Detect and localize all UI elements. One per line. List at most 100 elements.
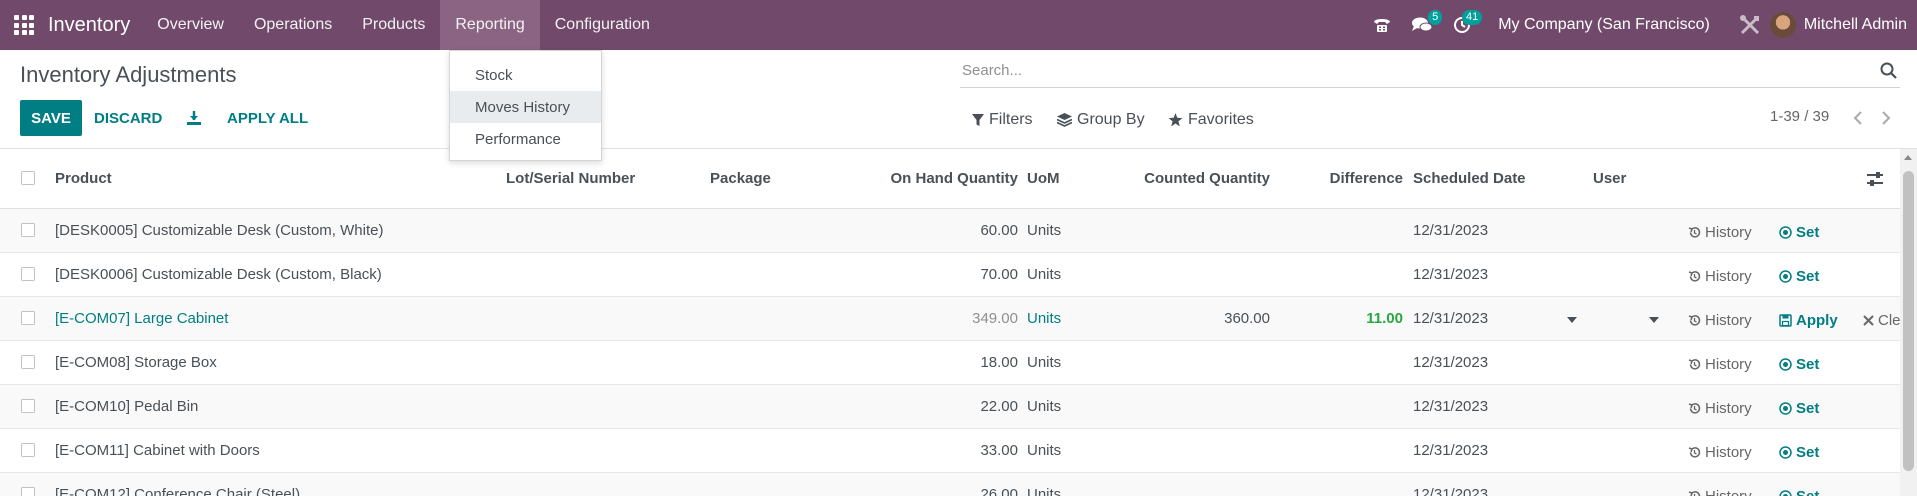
cell-scheduled-date[interactable]: 12/31/2023: [1413, 486, 1488, 496]
apply-button[interactable]: Apply: [1779, 312, 1838, 329]
scroll-up-arrow[interactable]: [1904, 155, 1912, 160]
layers-icon: [1057, 113, 1072, 127]
dropdown-item-performance[interactable]: Performance: [450, 123, 601, 155]
row-checkbox[interactable]: [21, 223, 35, 237]
cell-uom: Units: [1027, 486, 1062, 496]
table-row[interactable]: [E-COM12] Conference Chair (Steel) 26.00 U…: [0, 473, 1900, 496]
cell-scheduled-date[interactable]: 12/31/2023: [1413, 398, 1488, 415]
close-icon: [1863, 315, 1874, 326]
set-button[interactable]: Set: [1779, 400, 1819, 417]
search-input[interactable]: [962, 62, 1842, 79]
col-lot-serial[interactable]: Lot/Serial Number: [506, 170, 635, 187]
row-checkbox[interactable]: [21, 399, 35, 413]
date-dropdown-caret[interactable]: [1567, 317, 1577, 323]
history-button[interactable]: History: [1688, 400, 1752, 417]
set-button[interactable]: Set: [1779, 356, 1819, 373]
history-button[interactable]: History: [1688, 488, 1752, 496]
table-scrollbar[interactable]: [1900, 149, 1917, 496]
menu-operations[interactable]: Operations: [239, 0, 347, 50]
target-icon: [1779, 490, 1792, 496]
col-package[interactable]: Package: [710, 170, 771, 187]
star-icon: [1168, 113, 1183, 127]
table-row[interactable]: [E-COM10] Pedal Bin 22.00 Units 12/31/2023 H…: [0, 385, 1900, 429]
menu-configuration[interactable]: Configuration: [540, 0, 665, 50]
history-button[interactable]: History: [1688, 444, 1752, 461]
target-icon: [1779, 402, 1792, 415]
favorites-button[interactable]: Favorites: [1168, 108, 1254, 132]
pager-previous-button[interactable]: [1848, 106, 1868, 130]
table-row[interactable]: [DESK0005] Customizable Desk (Custom, Wh…: [0, 209, 1900, 253]
top-navbar: Inventory Overview Operations Products R…: [0, 0, 1917, 50]
pager-value[interactable]: 1-39 / 39: [1770, 108, 1829, 125]
tools-icon[interactable]: [1730, 0, 1770, 50]
select-all-checkbox[interactable]: [21, 171, 35, 185]
history-button[interactable]: History: [1688, 268, 1752, 285]
cell-scheduled-date[interactable]: 12/31/2023: [1413, 310, 1488, 327]
group-by-button[interactable]: Group By: [1057, 108, 1145, 132]
import-button[interactable]: [186, 100, 202, 136]
menu-products[interactable]: Products: [347, 0, 440, 50]
app-brand[interactable]: Inventory: [48, 14, 130, 37]
cell-product[interactable]: [E-COM07] Large Cabinet: [55, 310, 228, 327]
menu-reporting[interactable]: Reporting: [440, 0, 540, 50]
cell-on-hand: 26.00: [980, 486, 1018, 496]
phone-icon[interactable]: [1362, 0, 1402, 50]
table-row[interactable]: [E-COM07] Large Cabinet 349.00 Units 360.00…: [0, 297, 1901, 341]
row-checkbox[interactable]: [21, 487, 35, 496]
col-user[interactable]: User: [1593, 170, 1626, 187]
search-icon[interactable]: [1880, 62, 1898, 80]
dropdown-item-moves-history[interactable]: Moves History: [450, 91, 601, 123]
set-button[interactable]: Set: [1779, 268, 1819, 285]
row-checkbox[interactable]: [21, 267, 35, 281]
chevron-right-icon: [1882, 111, 1891, 125]
save-button[interactable]: SAVE: [20, 100, 82, 136]
user-menu[interactable]: Mitchell Admin: [1769, 12, 1917, 38]
cell-product[interactable]: [E-COM11] Cabinet with Doors: [55, 442, 260, 459]
col-counted[interactable]: Counted Quantity: [1100, 170, 1270, 187]
cell-scheduled-date[interactable]: 12/31/2023: [1413, 266, 1488, 283]
cell-scheduled-date[interactable]: 12/31/2023: [1413, 354, 1488, 371]
cell-product[interactable]: [E-COM08] Storage Box: [55, 354, 217, 371]
history-button[interactable]: History: [1688, 312, 1752, 329]
pager-next-button[interactable]: [1876, 106, 1896, 130]
discard-button[interactable]: DISCARD: [94, 100, 162, 136]
col-product[interactable]: Product: [55, 170, 112, 187]
table-row[interactable]: [E-COM08] Storage Box 18.00 Units 12/31/202…: [0, 341, 1900, 385]
chat-icon[interactable]: 5: [1402, 0, 1443, 50]
dropdown-item-stock[interactable]: Stock: [450, 59, 601, 91]
clear-button[interactable]: Cle: [1863, 312, 1901, 329]
row-checkbox[interactable]: [21, 443, 35, 457]
history-button[interactable]: History: [1688, 224, 1752, 241]
col-difference[interactable]: Difference: [1290, 170, 1403, 187]
set-button[interactable]: Set: [1779, 488, 1819, 496]
col-on-hand[interactable]: On Hand Quantity: [840, 170, 1019, 187]
user-dropdown-caret[interactable]: [1649, 317, 1659, 323]
scroll-thumb[interactable]: [1903, 171, 1914, 471]
row-checkbox[interactable]: [21, 355, 35, 369]
clock-icon[interactable]: 41: [1442, 0, 1483, 50]
chevron-left-icon: [1853, 111, 1862, 125]
navbar-systray: 5 41 My Company (San Francisco) Mitchell…: [1362, 0, 1917, 50]
cell-product[interactable]: [E-COM12] Conference Chair (Steel): [55, 486, 300, 496]
set-button[interactable]: Set: [1779, 224, 1819, 241]
cell-scheduled-date[interactable]: 12/31/2023: [1413, 222, 1488, 239]
cell-product[interactable]: [E-COM10] Pedal Bin: [55, 398, 198, 415]
apply-all-button[interactable]: APPLY ALL: [227, 100, 308, 136]
optional-columns-icon[interactable]: [1866, 171, 1884, 187]
col-scheduled-date[interactable]: Scheduled Date: [1413, 170, 1526, 187]
cell-product[interactable]: [DESK0006] Customizable Desk (Custom, Bl…: [55, 266, 382, 283]
col-uom[interactable]: UoM: [1027, 170, 1060, 187]
filters-button[interactable]: Filters: [972, 108, 1033, 132]
table-row[interactable]: [E-COM11] Cabinet with Doors 33.00 Units 12…: [0, 429, 1900, 473]
row-checkbox[interactable]: [21, 311, 35, 325]
apps-grid-icon[interactable]: [14, 15, 34, 35]
history-button[interactable]: History: [1688, 356, 1752, 373]
table-row[interactable]: [DESK0006] Customizable Desk (Custom, Bl…: [0, 253, 1900, 297]
set-button[interactable]: Set: [1779, 444, 1819, 461]
cell-product[interactable]: [DESK0005] Customizable Desk (Custom, Wh…: [55, 222, 383, 239]
cell-counted[interactable]: 360.00: [1100, 310, 1270, 327]
cell-scheduled-date[interactable]: 12/31/2023: [1413, 442, 1488, 459]
set-label: Set: [1796, 488, 1819, 496]
company-switcher[interactable]: My Company (San Francisco): [1482, 16, 1730, 34]
menu-overview[interactable]: Overview: [142, 0, 239, 50]
